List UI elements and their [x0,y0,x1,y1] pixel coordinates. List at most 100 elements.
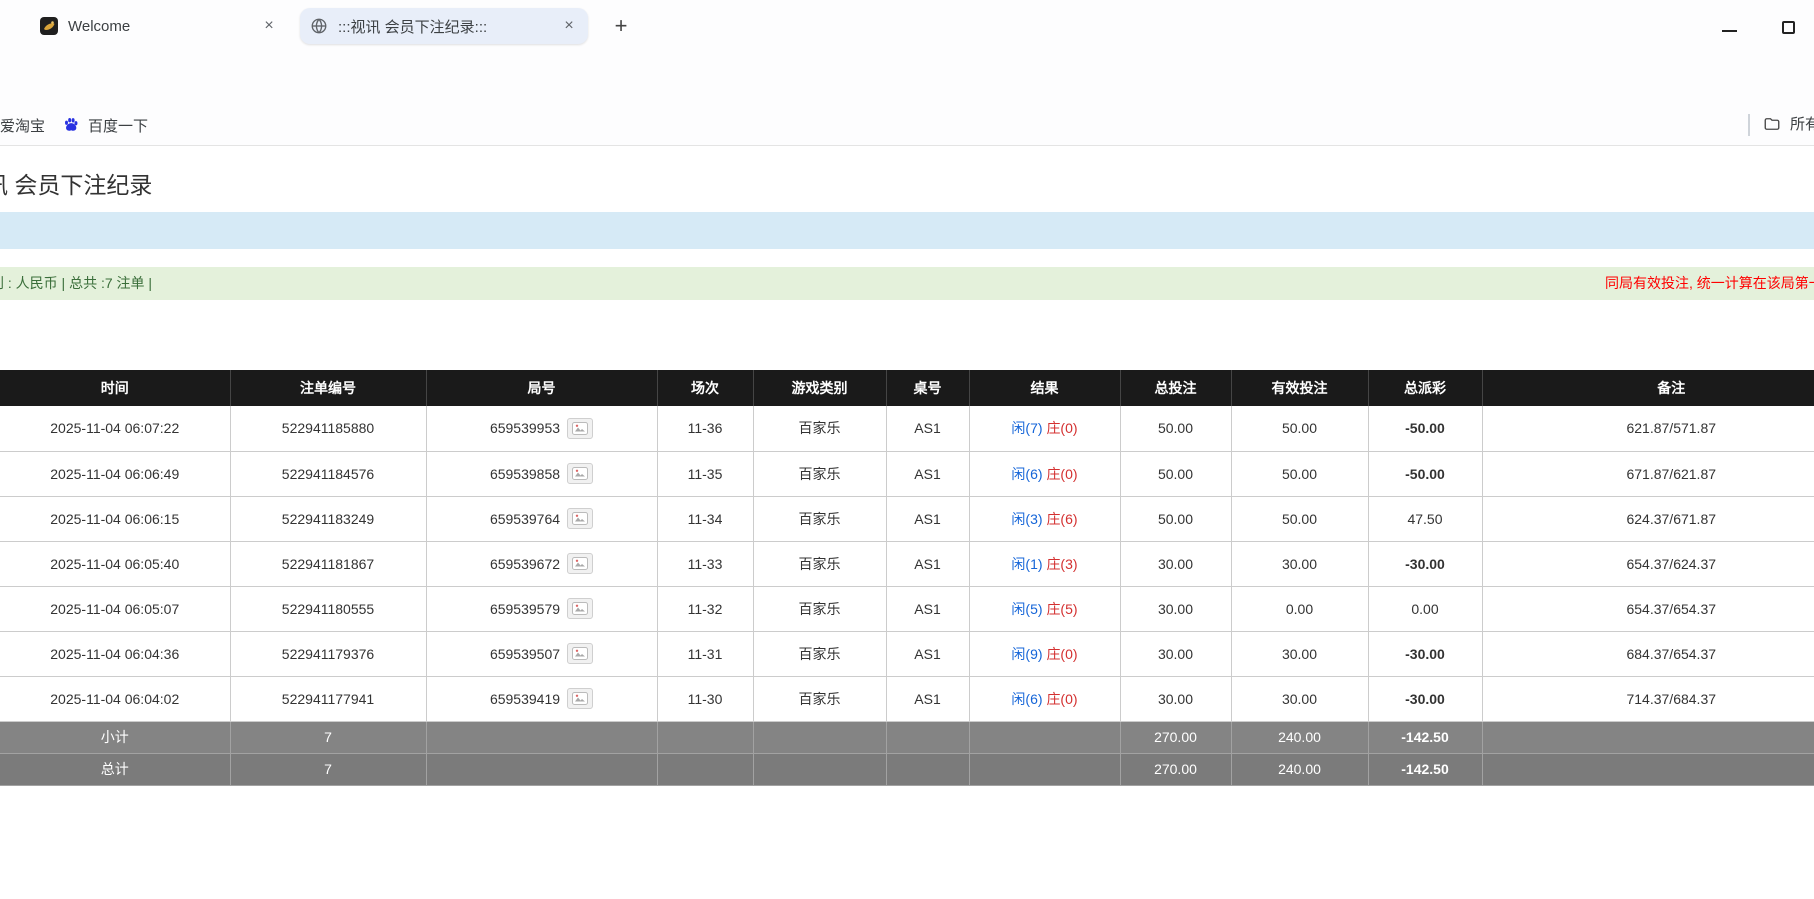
total-label: 总计 [0,753,231,786]
replay-video-icon[interactable] [567,417,594,439]
result-banker: 庄(0) [1046,645,1078,662]
result-player: 闲(9) [1011,645,1043,662]
cell-session: 11-33 [657,541,754,587]
cell-table-id: AS1 [886,496,970,542]
result-banker: 庄(5) [1046,600,1078,617]
cell-round-id: 659539419 [426,676,658,722]
new-tab-button[interactable]: + [608,14,634,40]
filter-bar: 选择: 日期查询 游戏类别 百家乐 时间区间: 2025-11-04 ~ 202… [0,212,1814,456]
cell-round-id: 659539953 [426,406,658,452]
tab-close-icon[interactable]: × [260,17,278,35]
tab-close-icon[interactable]: × [560,17,578,35]
cell-round-id: 659539507 [426,631,658,677]
cell-total-bet[interactable]: 30.00 [1120,586,1232,632]
window-minimize-button[interactable] [1722,30,1737,32]
subtotal-total-bet: 270.00 [1120,721,1232,754]
cell-note: 654.37/654.37 [1482,586,1814,632]
tab-welcome[interactable]: Welcome × [30,8,288,44]
currency-summary-container: 币别 : 人民币 | 总共 :7 注单 | [0,267,300,300]
result-banker: 庄(0) [1046,465,1078,482]
currency-summary: 币别 : 人民币 | 总共 :7 注单 | [0,275,153,291]
tab-title: Welcome [68,17,131,35]
table-row: 2025-11-04 06:04:36 522941179376 659539507… [0,631,1814,677]
empty-cell [657,721,754,754]
cell-bet-id: 522941180555 [230,586,427,632]
cell-result: 闲(6) 庄(0) [969,676,1121,722]
replay-video-icon[interactable] [567,553,594,574]
cell-payout: -50.00 [1368,406,1483,452]
tab-bet-records[interactable]: :::视讯 会员下注纪录::: × [300,8,588,44]
replay-video-icon[interactable] [567,688,594,709]
result-player: 闲(1) [1011,555,1043,572]
cell-game-type: 百家乐 [753,676,887,722]
cell-valid-bet: 0.00 [1231,586,1369,632]
replay-video-icon[interactable] [567,508,594,529]
empty-cell [753,721,887,754]
column-header-9: 总派彩 [1368,370,1483,406]
round-id-value: 659539953 [489,420,561,437]
cell-note: 621.87/571.87 [1482,406,1814,452]
round-id-value: 659539419 [489,690,561,707]
round-id-wrap: 659539764 [489,508,594,529]
page-title-container: 视讯 会员下注纪录 [0,166,320,198]
subtotal-payout: -142.50 [1368,721,1483,754]
table-row: 2025-11-04 06:06:15 522941183249 659539764… [0,496,1814,542]
cell-total-bet[interactable]: 50.00 [1120,496,1232,542]
cell-note: 624.37/671.87 [1482,496,1814,542]
bookmark-aitaobao[interactable]: 爱淘宝 [0,113,45,137]
column-header-0: 时间 [0,370,231,406]
cell-time: 2025-11-04 06:05:07 [0,586,231,632]
bookmark-baidu[interactable]: 百度一下 [62,113,148,137]
cell-round-id: 659539672 [426,541,658,587]
cell-valid-bet: 50.00 [1231,451,1369,497]
result-player: 闲(5) [1011,600,1043,617]
replay-video-icon[interactable] [567,598,594,619]
round-id-wrap: 659539579 [489,598,594,619]
replay-video-icon[interactable] [567,463,594,484]
round-id-value: 659539672 [489,555,561,572]
cell-result: 闲(6) 庄(0) [969,451,1121,497]
cell-payout: 0.00 [1368,586,1483,632]
empty-cell [426,721,658,754]
cell-round-id: 659539579 [426,586,658,632]
tab-title: :::视讯 会员下注纪录::: [338,18,488,36]
round-id-value: 659539579 [489,600,561,617]
page-title: 视讯 会员下注纪录 [0,172,153,198]
cell-session: 11-30 [657,676,754,722]
all-bookmarks-button[interactable]: 所有书签 [1762,113,1814,134]
round-id-value: 659539764 [489,510,561,527]
table-row: 2025-11-04 06:04:02 522941177941 659539419… [0,676,1814,722]
cell-total-bet[interactable]: 50.00 [1120,406,1232,452]
empty-cell [969,753,1121,786]
replay-video-icon[interactable] [567,643,594,664]
window-maximize-button[interactable] [1782,21,1795,34]
column-header-5: 桌号 [886,370,970,406]
cell-result: 闲(1) 庄(3) [969,541,1121,587]
cell-payout: -50.00 [1368,451,1483,497]
cell-game-type: 百家乐 [753,406,887,452]
cell-result: 闲(9) 庄(0) [969,631,1121,677]
column-header-1: 注单编号 [230,370,427,406]
empty-cell [886,753,970,786]
cell-bet-id: 522941177941 [230,676,427,722]
empty-cell [1482,753,1814,786]
subtotal-count: 7 [230,721,427,754]
cell-note: 654.37/624.37 [1482,541,1814,587]
total-payout: -142.50 [1368,753,1483,786]
cell-total-bet[interactable]: 30.00 [1120,631,1232,677]
cell-total-bet[interactable]: 30.00 [1120,541,1232,587]
cell-total-bet[interactable]: 50.00 [1120,451,1232,497]
cell-payout: -30.00 [1368,676,1483,722]
table-row: 2025-11-04 06:05:40 522941181867 659539672… [0,541,1814,587]
bookmark-label: 爱淘宝 [0,117,46,135]
tab-strip: Welcome × :::视讯 会员下注纪录::: × + [0,0,1814,47]
subtotal-row: 小计 7 270.00 240.00 -142.50 [0,721,1814,754]
cell-time: 2025-11-04 06:06:49 [0,451,231,497]
round-id-wrap: 659539672 [489,553,594,574]
cell-session: 11-36 [657,406,754,452]
cell-total-bet[interactable]: 30.00 [1120,676,1232,722]
cell-time: 2025-11-04 06:07:22 [0,406,231,452]
cell-bet-id: 522941181867 [230,541,427,587]
subtotal-label: 小计 [0,721,231,754]
site-logo-icon [40,17,58,35]
